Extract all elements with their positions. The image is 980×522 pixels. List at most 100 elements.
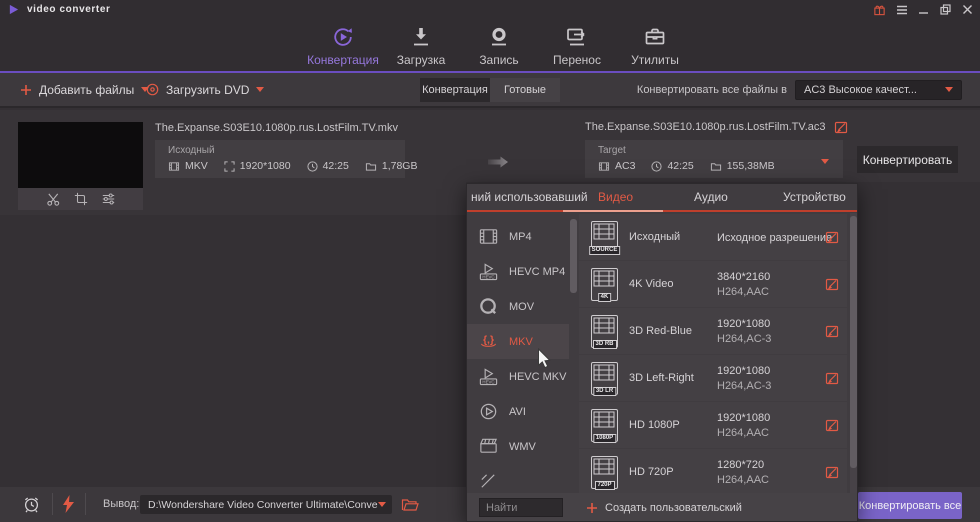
preset-codec: H264,AC-3 xyxy=(717,380,772,392)
nav-tab-convert[interactable]: Конвертация xyxy=(304,24,382,67)
view-tab-finished[interactable]: Готовые xyxy=(490,78,560,102)
preset-row-hd-720p[interactable]: 720P HD 720P 1280*720 H264,AAC xyxy=(579,449,847,493)
preset-codec: H264,AAC xyxy=(717,474,769,486)
add-files-button[interactable]: Добавить файлы xyxy=(20,73,150,106)
schedule-icon[interactable] xyxy=(22,495,41,514)
format-label: HEVC MKV xyxy=(509,370,567,383)
preset-codec: H264,AC-3 xyxy=(717,333,772,345)
edit-preset-icon[interactable] xyxy=(825,230,839,244)
search-input[interactable] xyxy=(479,498,563,517)
close-button[interactable] xyxy=(961,3,974,16)
convert-icon xyxy=(334,28,352,46)
scrollbar-thumb[interactable] xyxy=(570,219,577,293)
create-custom-button[interactable]: Создать пользовательский xyxy=(586,493,742,521)
output-format-value: AC3 Высокое качест... xyxy=(804,83,917,96)
nav-label: Перенос xyxy=(553,53,601,67)
nav-tab-tools[interactable]: Утилиты xyxy=(616,24,694,67)
view-tab-converting[interactable]: Конвертация xyxy=(420,78,490,102)
preset-row-4k[interactable]: 4K 4K Video 3840*2160 H264,AAC xyxy=(579,261,847,307)
load-dvd-label: Загрузить DVD xyxy=(166,82,250,97)
format-item-avi[interactable]: AVI xyxy=(467,394,569,429)
popup-tab-audio[interactable]: Аудио xyxy=(694,184,728,210)
video-thumbnail xyxy=(18,122,143,188)
edit-preset-icon[interactable] xyxy=(825,465,839,479)
edit-preset-icon[interactable] xyxy=(825,277,839,291)
nav-label: Утилиты xyxy=(631,53,679,67)
preset-row-source[interactable]: SOURCE Исходный Исходное разрешение xyxy=(579,214,847,260)
format-item-hevc-mkv[interactable]: HEVC HEVC MKV xyxy=(467,359,569,394)
source-resolution-value: 1920*1080 xyxy=(239,160,291,172)
edit-preset-icon[interactable] xyxy=(825,324,839,338)
clock-icon xyxy=(651,160,663,172)
output-path-select[interactable]: D:\Wondershare Video Converter Ultimate\… xyxy=(140,495,392,514)
preset-row-3d-red-blue[interactable]: 3D RB 3D Red-Blue 1920*1080 H264,AC-3 xyxy=(579,308,847,354)
convert-all-button[interactable]: Конвертировать все xyxy=(858,492,962,519)
preset-resolution: 1920*1080 xyxy=(717,318,771,330)
film-icon xyxy=(598,161,610,171)
effects-icon[interactable] xyxy=(101,192,116,206)
format-label: MKV xyxy=(509,335,533,348)
nav-tab-download[interactable]: Загрузка xyxy=(382,24,460,67)
mp4-icon xyxy=(479,229,498,244)
format-item-mkv[interactable]: {,} MKV xyxy=(467,324,569,359)
format-item-hevc-mp4[interactable]: HEVC HEVC MP4 xyxy=(467,254,569,289)
target-format-chevron-icon[interactable] xyxy=(821,159,829,168)
format-label: WMV xyxy=(509,440,536,453)
format-list-scrollbar[interactable] xyxy=(570,219,577,493)
window-controls xyxy=(873,3,974,16)
popup-tab-recent[interactable]: ний использовавший xyxy=(471,184,588,210)
rename-icon[interactable] xyxy=(834,120,848,134)
app-logo: video converter xyxy=(8,4,110,15)
resolution-icon xyxy=(224,160,235,172)
format-item-mov[interactable]: MOV xyxy=(467,289,569,324)
transfer-icon xyxy=(567,28,585,46)
format-label: MOV xyxy=(509,300,535,313)
output-format-select[interactable]: AC3 Высокое качест... xyxy=(795,79,962,100)
popup-tab-video[interactable]: Видео xyxy=(598,184,633,210)
format-item-mp4[interactable]: MP4 xyxy=(467,219,569,254)
titlebar: video converter xyxy=(0,0,980,20)
preset-badge: 4K xyxy=(597,293,612,302)
preset-codec: H264,AAC xyxy=(717,286,769,298)
nav-tab-record[interactable]: Запись xyxy=(460,24,538,67)
highspeed-icon[interactable] xyxy=(61,494,75,514)
scrollbar-thumb[interactable] xyxy=(850,216,857,468)
format-item-partial[interactable] xyxy=(467,464,569,493)
trim-icon[interactable] xyxy=(46,192,61,207)
popup-tab-device[interactable]: Устройство xyxy=(783,184,846,210)
convert-file-button[interactable]: Конвертировать xyxy=(857,146,958,173)
preset-row-hd-1080p[interactable]: 1080P HD 1080P 1920*1080 H264,AAC xyxy=(579,402,847,448)
target-duration-value: 42:25 xyxy=(667,160,694,172)
restore-button[interactable] xyxy=(939,3,952,16)
preset-details: 1280*720 H264,AAC xyxy=(717,458,769,488)
edit-preset-icon[interactable] xyxy=(825,371,839,385)
nav-tab-transfer[interactable]: Перенос xyxy=(538,24,616,67)
preset-name: 3D Left-Right xyxy=(629,372,694,384)
format-item-wmv[interactable]: WMV xyxy=(467,429,569,464)
crop-icon[interactable] xyxy=(74,192,88,206)
preset-row-3d-left-right[interactable]: 3D LR 3D Left-Right 1920*1080 H264,AC-3 xyxy=(579,355,847,401)
preset-details: Исходное разрешение xyxy=(717,231,832,246)
load-dvd-button[interactable]: Загрузить DVD xyxy=(146,73,265,106)
minimize-button[interactable] xyxy=(917,3,930,16)
clock-icon xyxy=(306,160,318,172)
open-folder-icon[interactable] xyxy=(401,497,419,512)
target-panel[interactable]: Target AC3 42:25 155,38MB xyxy=(585,140,843,178)
divider xyxy=(85,493,86,515)
preset-list-scrollbar[interactable] xyxy=(850,213,857,493)
target-format-value: AC3 xyxy=(615,160,636,172)
source-duration-value: 42:25 xyxy=(322,160,349,172)
format-popup: ний использовавший Видео Аудио Устройств… xyxy=(466,183,858,522)
plus-icon xyxy=(587,503,597,513)
nav-label: Запись xyxy=(479,53,519,67)
edit-preset-icon[interactable] xyxy=(825,418,839,432)
menu-icon[interactable] xyxy=(895,3,908,16)
main-nav: Конвертация Загрузка Запись Перенос Утил… xyxy=(304,24,694,67)
preset-badge: 3D LR xyxy=(592,387,617,396)
preset-details: 1920*1080 H264,AC-3 xyxy=(717,317,771,347)
record-icon xyxy=(492,27,506,46)
target-duration: 42:25 xyxy=(651,160,694,172)
gift-icon[interactable] xyxy=(873,3,886,16)
format-label: AVI xyxy=(509,405,526,418)
create-custom-label: Создать пользовательский xyxy=(605,502,742,514)
